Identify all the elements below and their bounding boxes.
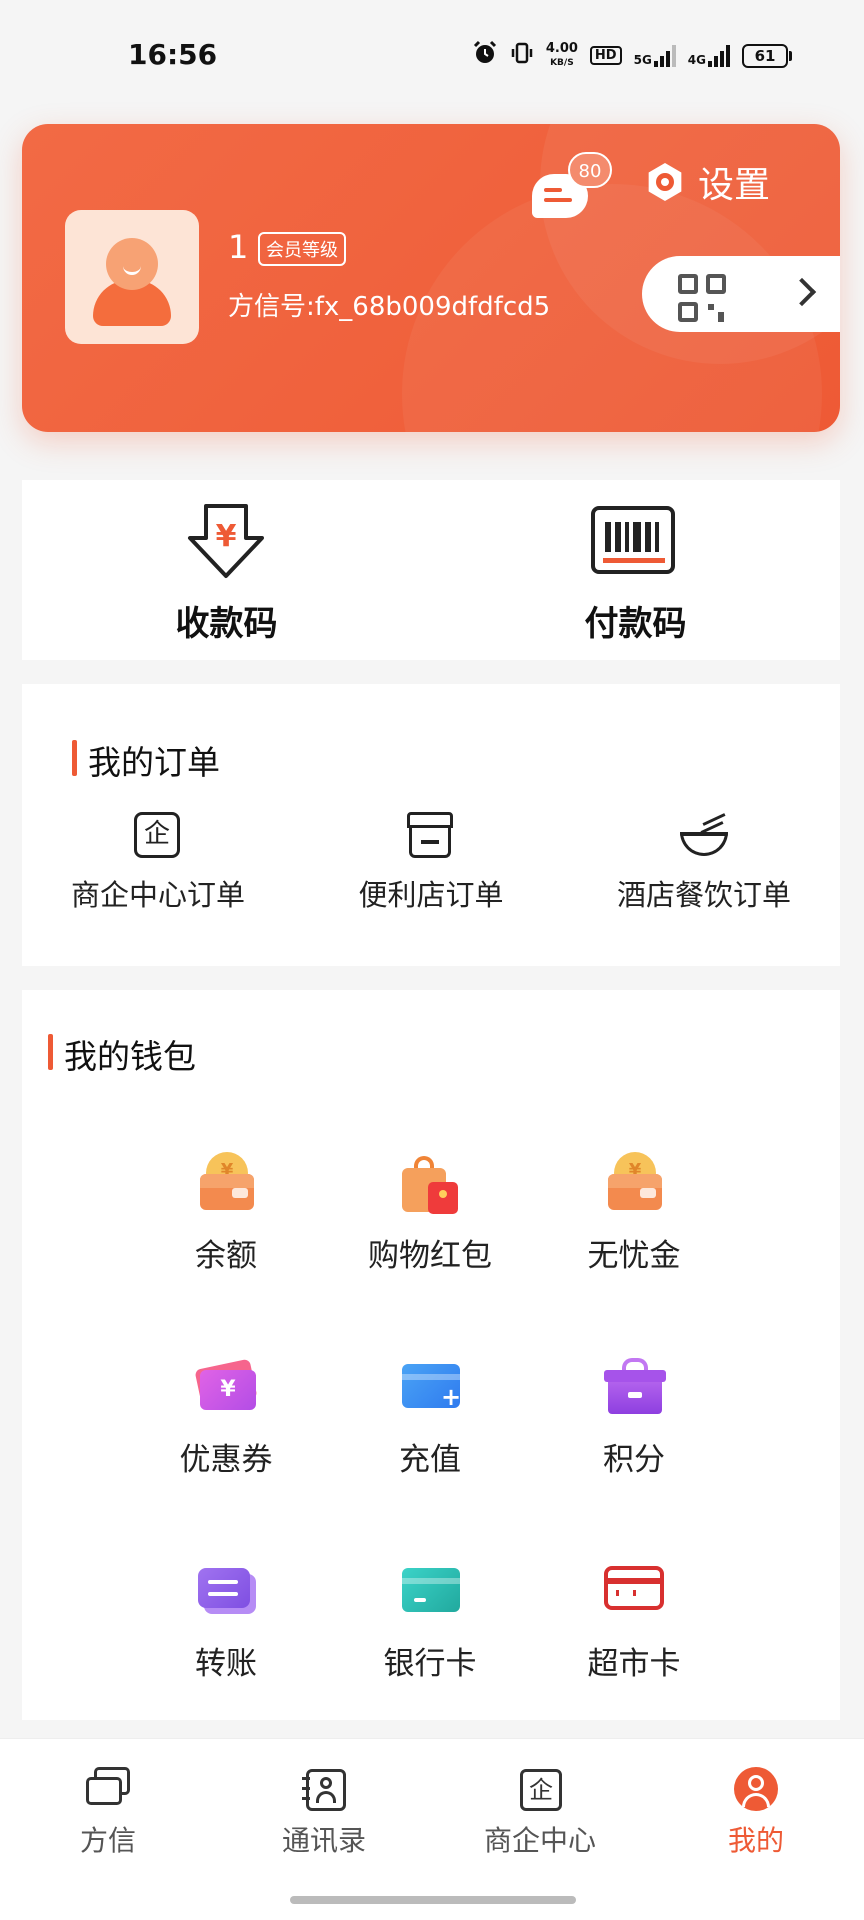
bank-card-button[interactable]: 银行卡 [328,1560,532,1683]
enterprise-center-icon: 企 [516,1767,564,1811]
chat-icon [84,1767,132,1811]
receive-code-button[interactable]: ¥ 收款码 [22,480,431,660]
worry-free-fund-icon: ¥ [602,1152,666,1216]
supermarket-card-icon [602,1560,666,1624]
transfer-icon [194,1560,258,1624]
coupon-icon: ¥ [194,1356,258,1420]
balance-wallet-icon: ¥ [194,1152,258,1216]
orders-title: 我的订单 [72,736,220,784]
alarm-icon [472,40,498,71]
bank-card-label: 银行卡 [383,1646,477,1682]
coupon-button[interactable]: ¥ 优惠券 [124,1356,328,1479]
hotel-dining-order-label: 酒店餐饮订单 [616,878,791,912]
settings-label: 设置 [698,165,771,206]
fx-id: 方信号:fx_68b009dfdfcd5 [228,292,551,322]
bowl-icon [680,812,728,860]
nav-label-fangxin: 方信 [79,1824,136,1857]
chevron-right-icon [787,277,817,307]
status-time: 16:56 [128,38,218,71]
points-button[interactable]: 积分 [532,1356,736,1479]
nav-item-fangxin[interactable]: 方信 [0,1767,216,1859]
supermarket-card-label: 超市卡 [587,1646,681,1682]
store-order-button[interactable]: 便利店订单 [295,812,567,914]
transfer-button[interactable]: 转账 [124,1560,328,1683]
pay-code-label: 付款码 [584,604,687,644]
points-label: 积分 [603,1442,665,1478]
contacts-icon [300,1767,348,1811]
supermarket-card-button[interactable]: 超市卡 [532,1560,736,1683]
battery-icon: 61 [742,43,792,68]
receive-money-icon: ¥ [184,502,268,582]
pay-code-button[interactable]: 付款码 [431,480,840,660]
nav-label-enterprise-center: 商企中心 [483,1824,596,1857]
my-orders-card: 我的订单 企 商企中心订单 便利店订单 酒店餐饮订单 [22,684,840,966]
signal-5g-icon: 5G [633,44,676,67]
gear-icon [642,159,688,205]
network-5g-label: 5G [633,52,652,67]
points-gift-icon [602,1356,666,1420]
network-speed: 4.00 KB/S [546,42,578,70]
qr-code-icon [678,274,726,322]
bottom-nav: 方信 通讯录 企 商企中心 我的 [0,1738,864,1920]
wallet-title: 我的钱包 [48,1030,196,1078]
my-wallet-card: 我的钱包 ¥ 余额 购物红包 ¥ 无忧金 ¥ 优惠券 + 充值 积分 转账 银行… [22,990,840,1720]
enterprise-order-label: 商企中心订单 [70,878,245,912]
enterprise-icon: 企 [134,812,182,860]
balance-button[interactable]: ¥ 余额 [124,1152,328,1275]
balance-label: 余额 [195,1238,257,1274]
barcode-icon [591,506,675,574]
payment-codes-card: ¥ 收款码 付款码 [22,480,840,660]
status-bar: 16:56 4.00 KB/S HD 5G 4G 61 [0,0,864,110]
nav-item-contacts[interactable]: 通讯录 [216,1767,432,1859]
battery-level: 61 [742,43,788,68]
message-button[interactable]: 80 [532,152,612,218]
coupon-label: 优惠券 [179,1442,273,1478]
worry-free-fund-button[interactable]: ¥ 无忧金 [532,1152,736,1275]
shopping-bag-icon [398,1152,462,1216]
nav-label-contacts: 通讯录 [281,1824,366,1857]
enterprise-order-button[interactable]: 企 商企中心订单 [22,812,294,914]
home-indicator[interactable] [290,1896,576,1904]
nav-item-enterprise-center[interactable]: 企 商企中心 [432,1767,648,1859]
profile-icon [732,1767,780,1811]
vibrate-icon [510,41,534,70]
recharge-button[interactable]: + 充值 [328,1356,532,1479]
hd-badge: HD [589,46,622,65]
speed-value: 4.00 [545,40,578,56]
settings-button[interactable]: 设置 [642,156,770,208]
shopping-red-packet-label: 购物红包 [368,1238,492,1274]
store-order-label: 便利店订单 [358,878,504,912]
avatar[interactable] [65,210,199,344]
hotel-dining-order-button[interactable]: 酒店餐饮订单 [568,813,840,914]
user-name: 1 [228,228,249,266]
network-4g-label: 4G [687,52,706,67]
svg-text:¥: ¥ [216,519,237,554]
worry-free-fund-label: 无忧金 [587,1238,681,1274]
status-icons: 4.00 KB/S HD 5G 4G 61 [472,40,792,71]
message-count-badge: 80 [568,152,612,188]
recharge-icon: + [398,1356,462,1420]
member-level-badge[interactable]: 会员等级 [258,232,346,266]
nav-label-me: 我的 [727,1824,784,1857]
transfer-label: 转账 [195,1646,257,1682]
signal-4g-icon: 4G [687,44,730,67]
recharge-label: 充值 [399,1442,461,1478]
receive-code-label: 收款码 [175,604,278,644]
store-icon [407,812,455,860]
profile-card: 1 会员等级 方信号:fx_68b009dfdfcd5 80 设置 [22,124,840,432]
bank-card-icon [398,1560,462,1624]
qr-code-button[interactable] [642,256,840,332]
speed-unit: KB/S [550,57,574,68]
shopping-red-packet-button[interactable]: 购物红包 [328,1152,532,1275]
nav-item-me[interactable]: 我的 [648,1767,864,1859]
